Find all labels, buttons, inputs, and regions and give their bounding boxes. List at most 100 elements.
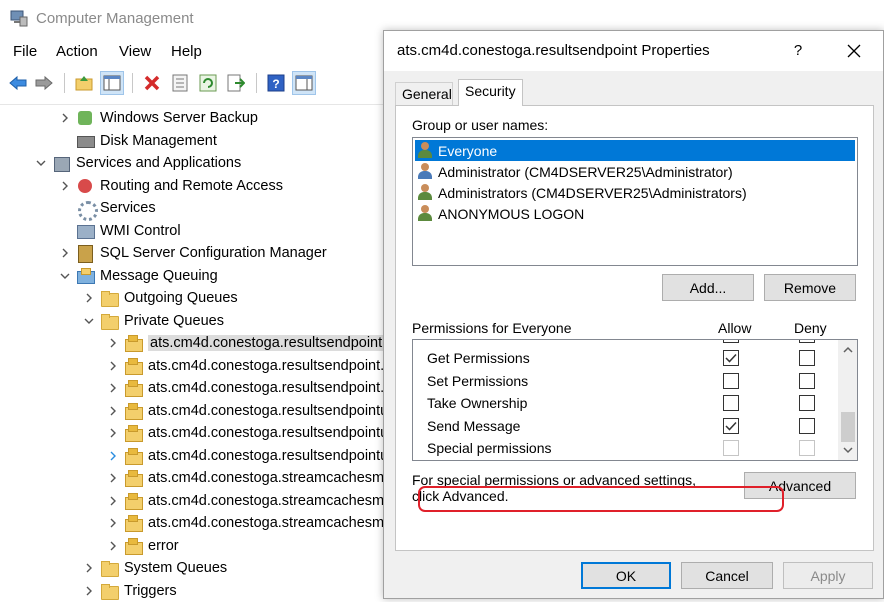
tree-node[interactable]: ats.cm4d.conestoga.resultsendpoint.tir [106,355,396,377]
close-icon [847,44,861,58]
toolbar-separator [64,73,65,93]
tree-node[interactable]: Outgoing Queues [82,287,238,309]
chevron-right-icon[interactable] [106,359,120,373]
tree-node[interactable]: ats.cm4d.conestoga.streamcachesmith [106,467,399,489]
chevron-down-icon[interactable] [58,269,72,283]
chevron-right-icon[interactable] [58,179,72,193]
delete-icon[interactable] [140,71,164,95]
chevron-down-icon[interactable] [82,314,96,328]
deny-checkbox[interactable] [799,372,815,389]
tree-node[interactable]: Disk Management [58,130,217,152]
tree-node[interactable]: ats.cm4d.conestoga.resultsendpointuti [106,400,395,422]
tree-node-label: ats.cm4d.conestoga.resultsendpoint [148,335,385,351]
group-or-user-names-label: Group or user names: [412,117,549,133]
tree-node[interactable]: ats.cm4d.conestoga.resultsendpointuti [106,422,395,444]
services-apps-icon [52,154,70,172]
scrollbar-thumb[interactable] [841,412,855,442]
remove-button[interactable]: Remove [764,274,856,301]
permissions-list[interactable]: Get Permissions Set Permissions Take Owner… [412,339,858,461]
tree-node[interactable]: SQL Server Configuration Manager [58,242,327,264]
menu-help[interactable]: Help [171,43,202,60]
chevron-down-icon[interactable] [34,156,48,170]
tree-node[interactable]: error [106,535,179,557]
user-row-anonymous-logon[interactable]: ANONYMOUS LOGON [415,203,855,224]
ok-button[interactable]: OK [581,562,671,589]
window-title: Computer Management [36,10,194,27]
tree-node[interactable]: Private Queues [82,310,224,332]
back-icon[interactable] [6,71,30,95]
chevron-right-icon[interactable] [58,111,72,125]
tab-general[interactable]: General [395,82,453,105]
checkbox-partial [723,340,739,343]
tree-node[interactable]: ats.cm4d.conestoga.resultsendpoint.tir [106,377,396,399]
tree-node[interactable]: Routing and Remote Access [58,175,283,197]
tree-node[interactable]: ats.cm4d.conestoga.streamcachesmith [106,512,399,534]
tree-node-label: System Queues [124,560,228,576]
deny-checkbox[interactable] [799,417,815,434]
export-icon[interactable] [224,71,248,95]
apply-button[interactable]: Apply [783,562,873,589]
scroll-down-icon[interactable] [842,444,854,456]
properties-icon[interactable] [168,71,192,95]
advanced-button[interactable]: Advanced [744,472,856,499]
dialog-title-bar: ats.cm4d.conestoga.resultsendpoint Prope… [384,31,883,71]
user-row-everyone[interactable]: Everyone [415,140,855,161]
chevron-right-icon[interactable] [106,516,120,530]
chevron-right-icon[interactable] [106,404,120,418]
menu-action[interactable]: Action [56,43,98,60]
chevron-right-icon[interactable] [82,561,96,575]
tree-node-label: ats.cm4d.conestoga.streamcachesmith [148,470,400,486]
user-row-administrators[interactable]: Administrators (CM4DSERVER25\Administrat… [415,182,855,203]
tree-node[interactable]: WMI Control [58,220,181,242]
tree-node[interactable]: Services and Applications [34,152,241,174]
chevron-right-icon[interactable] [106,449,120,463]
add-button[interactable]: Add... [662,274,754,301]
cancel-button[interactable]: Cancel [681,562,773,589]
view-icon[interactable] [292,71,316,95]
tree-node[interactable]: ats.cm4d.conestoga.resultsendpointuti [106,445,395,467]
tree-node-label: error [148,537,179,554]
chevron-right-icon[interactable] [106,494,120,508]
scroll-up-icon[interactable] [842,344,854,356]
tree-node[interactable]: Message Queuing [58,265,218,287]
queue-icon [124,334,143,352]
user-row-administrator[interactable]: Administrator (CM4DSERVER25\Administrato… [415,161,855,182]
tree-node[interactable]: Services [58,197,156,221]
deny-checkbox[interactable] [799,395,815,411]
tree-node[interactable]: Triggers [82,580,177,602]
forward-icon[interactable] [32,71,56,95]
tree-node[interactable]: ats.cm4d.conestoga.streamcachesmith [106,490,399,512]
tree-node[interactable]: Windows Server Backup [58,107,258,129]
menu-view[interactable]: View [119,43,151,60]
queue-icon [124,469,143,487]
close-button[interactable] [840,37,868,65]
refresh-icon[interactable] [196,71,220,95]
chevron-right-icon[interactable] [106,336,120,350]
tree-node-label: ats.cm4d.conestoga.resultsendpointuti [148,447,396,464]
user-list[interactable]: Everyone Administrator (CM4DSERVER25\Adm… [412,137,858,266]
tree-node[interactable]: System Queues [82,557,227,579]
chevron-right-icon[interactable] [106,381,120,395]
allow-checkbox[interactable] [723,395,739,411]
folder-icon [100,289,119,307]
help-button[interactable]: ? [786,39,810,63]
chevron-right-icon[interactable] [106,539,120,553]
chevron-right-icon[interactable] [106,471,120,485]
permissions-scrollbar[interactable] [838,340,857,460]
show-hide-tree-icon[interactable] [100,71,124,95]
tab-security[interactable]: Security [458,79,523,106]
permissions-for-label: Permissions for Everyone [412,320,572,336]
help-icon[interactable]: ? [264,71,288,95]
up-icon[interactable] [72,71,96,95]
menu-file[interactable]: File [13,43,37,60]
tree-node[interactable]: ats.cm4d.conestoga.resultsendpoint [106,332,385,354]
chevron-right-icon[interactable] [58,246,72,260]
allow-checkbox[interactable] [723,417,739,434]
deny-checkbox[interactable] [799,350,815,366]
chevron-right-icon[interactable] [106,426,120,440]
chevron-right-icon[interactable] [82,584,96,598]
allow-checkbox[interactable] [723,350,739,366]
allow-checkbox[interactable] [723,372,739,389]
chevron-right-icon[interactable] [82,291,96,305]
tree-node-label: ats.cm4d.conestoga.streamcachesmith [148,515,400,531]
